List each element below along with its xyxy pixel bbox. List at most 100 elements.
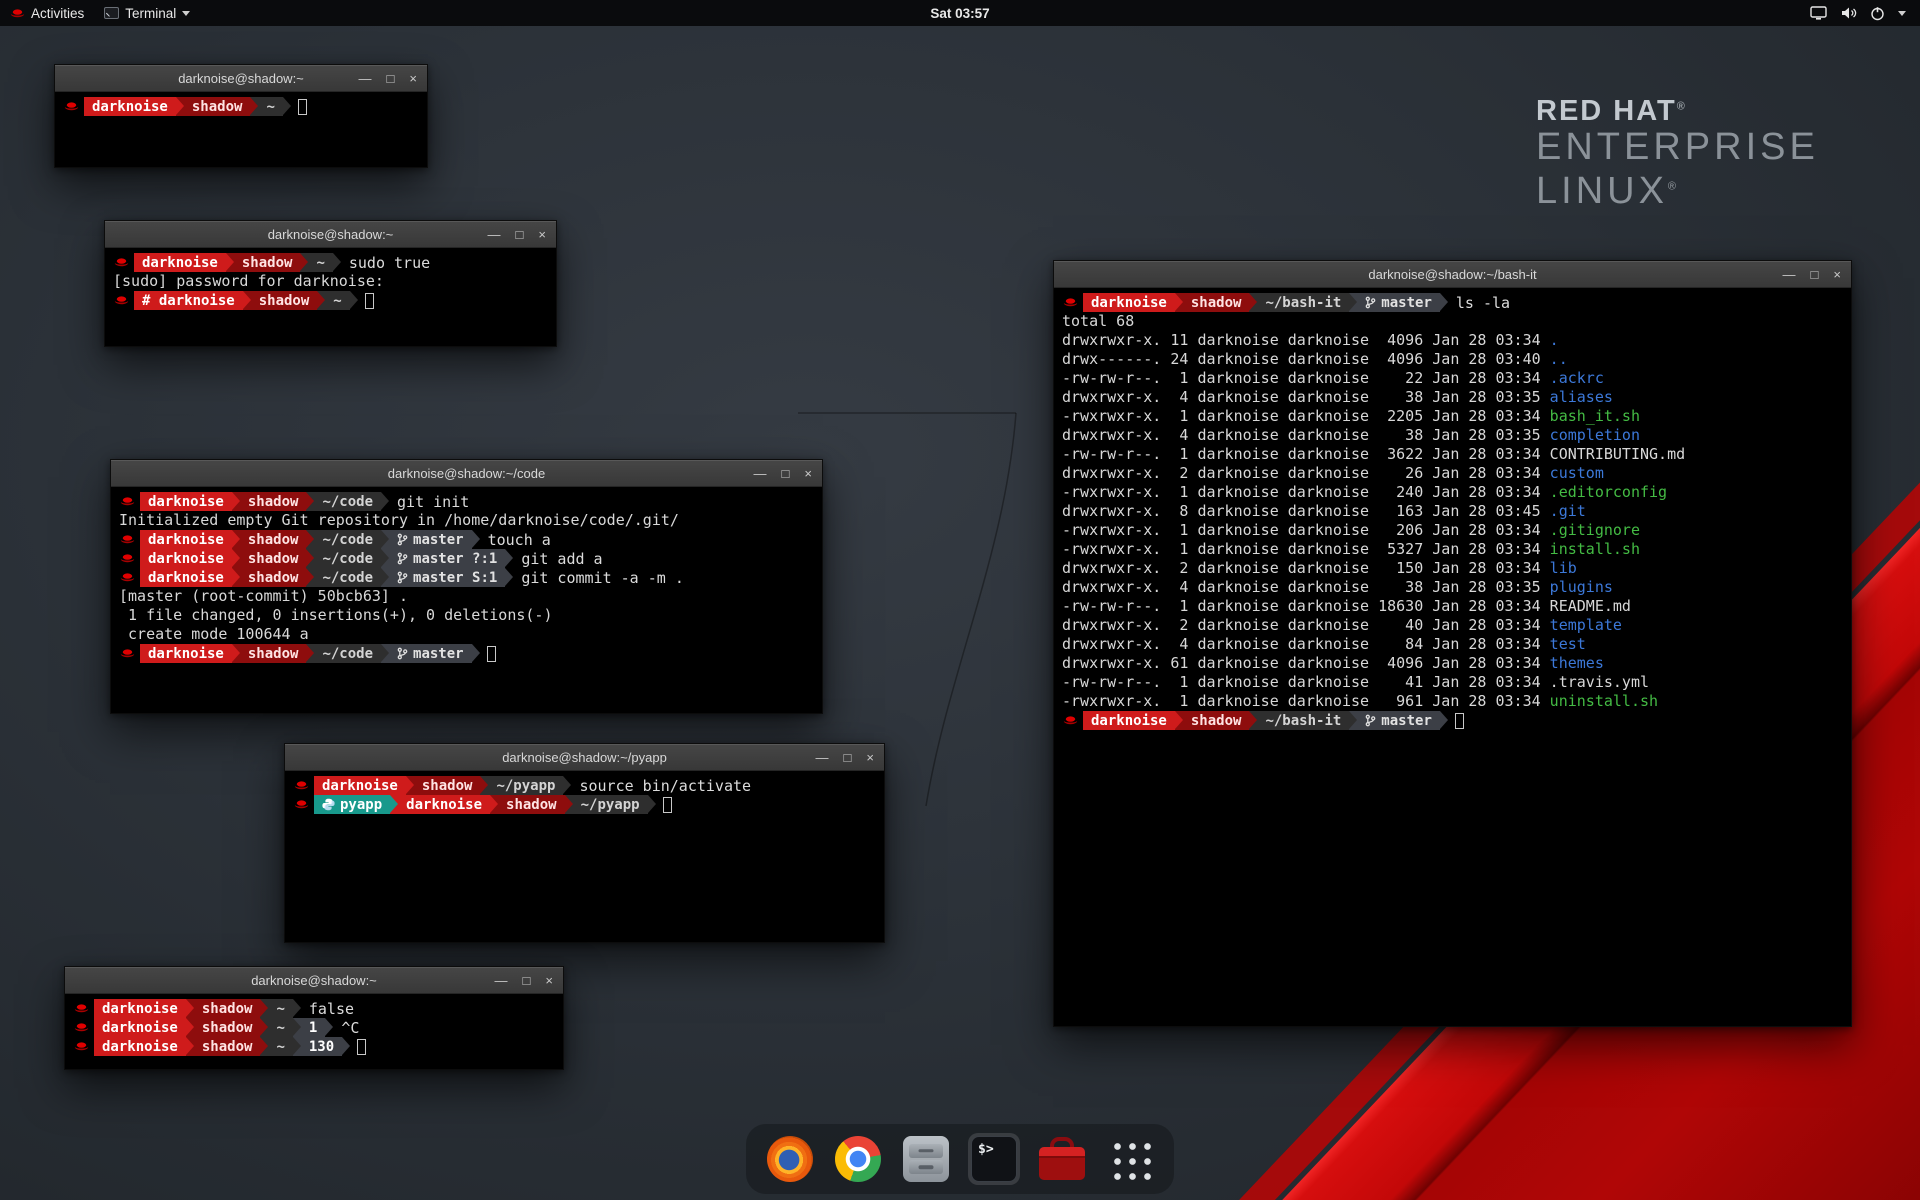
segment-label: shadow [1191, 295, 1242, 311]
prompt-segment-path: ~ [268, 1018, 292, 1037]
toolbox-icon [1039, 1136, 1085, 1182]
powerline-triangle [306, 549, 314, 567]
close-button[interactable]: × [545, 967, 553, 994]
segment-label: shadow [202, 1020, 253, 1036]
clock[interactable]: Sat 03:57 [930, 6, 989, 21]
powerline-separator [306, 644, 314, 663]
dock-item-toolbox[interactable] [1036, 1133, 1088, 1185]
dock-item-app-grid[interactable] [1104, 1133, 1156, 1185]
dock-item-chrome[interactable] [832, 1133, 884, 1185]
powerline-triangle [1249, 293, 1257, 311]
output-line: Initialized empty Git repository in /hom… [119, 511, 814, 530]
minimize-button[interactable]: — [359, 65, 372, 92]
powerline-triangle [306, 568, 314, 586]
app-grid-icon [1107, 1136, 1153, 1182]
minimize-button[interactable]: — [488, 221, 501, 248]
powerline-triangle [480, 776, 488, 794]
git-branch-icon [397, 571, 408, 584]
prompt-segment-host: shadow [240, 568, 307, 587]
prompt-segment-exit: 1 [301, 1018, 325, 1037]
caret-down-icon [1898, 11, 1906, 16]
maximize-button[interactable]: □ [844, 744, 852, 771]
minimize-button[interactable]: — [495, 967, 508, 994]
dock-item-terminal[interactable]: $> [968, 1133, 1020, 1185]
powerline-triangle [381, 568, 389, 586]
terminal-content[interactable]: darknoiseshadow~sudo true[sudo] password… [105, 248, 556, 346]
close-button[interactable]: × [866, 744, 874, 771]
powerline-separator [260, 1018, 268, 1037]
output-line: drwxrwxr-x. 61 darknoise darknoise 4096 … [1062, 654, 1843, 673]
window-titlebar[interactable]: darknoise@shadow:~ — □ × [105, 221, 556, 248]
dock-item-files[interactable] [900, 1133, 952, 1185]
close-button[interactable]: × [538, 221, 546, 248]
window-titlebar[interactable]: darknoise@shadow:~/code — □ × [111, 460, 822, 487]
terminal-window: darknoise@shadow:~ — □ × darknoiseshadow… [54, 64, 428, 168]
close-button[interactable]: × [1833, 261, 1841, 288]
maximize-button[interactable]: □ [516, 221, 524, 248]
terminal-content[interactable]: darknoiseshadow~/codegit initInitialized… [111, 487, 822, 713]
powerline-separator [350, 291, 358, 310]
segment-label: shadow [242, 255, 293, 271]
segment-label: master ?:1 [413, 551, 497, 567]
ls-filename: . [1550, 331, 1559, 349]
prompt-segment-user: darknoise [140, 492, 232, 511]
close-button[interactable]: × [409, 65, 417, 92]
segment-label: ~/pyapp [496, 778, 555, 794]
redhat-icon [120, 553, 135, 564]
output-line: -rwxrwxr-x. 1 darknoise darknoise 2205 J… [1062, 407, 1843, 426]
window-title: darknoise@shadow:~/bash-it [1054, 267, 1851, 282]
close-button[interactable]: × [804, 460, 812, 487]
maximize-button[interactable]: □ [782, 460, 790, 487]
powerline-triangle [260, 1018, 268, 1036]
ls-meta: drwxrwxr-x. 2 darknoise darknoise 26 Jan… [1062, 464, 1550, 482]
prompt-segment-path: ~/pyapp [573, 795, 648, 814]
powerline-separator [300, 253, 308, 272]
window-titlebar[interactable]: darknoise@shadow:~ — □ × [65, 967, 563, 994]
powerline-separator [306, 492, 314, 511]
terminal-content[interactable]: darknoiseshadow~ [55, 92, 427, 167]
git-branch-icon [397, 533, 408, 546]
terminal-cursor [663, 797, 672, 813]
minimize-button[interactable]: — [754, 460, 767, 487]
maximize-button[interactable]: □ [523, 967, 531, 994]
prompt-segment-exit: 130 [301, 1037, 342, 1056]
terminal-content[interactable]: darknoiseshadow~/bash-it masterls -latot… [1054, 288, 1851, 1026]
segment-label: darknoise [322, 778, 398, 794]
command-text: git add a [513, 550, 602, 568]
terminal-content[interactable]: darknoiseshadow~false darknoiseshadow~1^… [65, 994, 563, 1069]
redhat-icon [114, 295, 129, 306]
terminal-content[interactable]: darknoiseshadow~/pyappsource bin/activat… [285, 771, 884, 942]
maximize-button[interactable]: □ [387, 65, 395, 92]
command-text: sudo true [341, 254, 430, 272]
app-menu[interactable]: Terminal [104, 0, 190, 26]
window-titlebar[interactable]: darknoise@shadow:~/bash-it — □ × [1054, 261, 1851, 288]
powerline-triangle [390, 795, 398, 813]
powerline-separator [381, 492, 389, 511]
dock-item-firefox[interactable] [764, 1133, 816, 1185]
window-title: darknoise@shadow:~ [65, 973, 563, 988]
powerline-separator [342, 1037, 350, 1056]
powerline-separator [505, 549, 513, 568]
segment-label: 1 [309, 1020, 317, 1036]
ls-filename: custom [1550, 464, 1604, 482]
activities-button[interactable]: Activities [10, 0, 84, 26]
minimize-button[interactable]: — [816, 744, 829, 771]
segment-label: ~/code [322, 551, 373, 567]
prompt-segment-path: ~/code [314, 549, 381, 568]
system-status-area[interactable] [1810, 6, 1920, 21]
window-titlebar[interactable]: darknoise@shadow:~ — □ × [55, 65, 427, 92]
segment-label: shadow [259, 293, 310, 309]
minimize-button[interactable]: — [1783, 261, 1796, 288]
powerline-triangle [472, 530, 480, 548]
powerline-separator [480, 776, 488, 795]
ls-meta: drwxrwxr-x. 4 darknoise darknoise 84 Jan… [1062, 635, 1550, 653]
output-text: Initialized empty Git repository in /hom… [119, 511, 679, 529]
prompt-segment-host: shadow [184, 97, 251, 116]
prompt-line: # darknoiseshadow~ [113, 291, 548, 310]
window-titlebar[interactable]: darknoise@shadow:~/pyapp — □ × [285, 744, 884, 771]
output-line: -rw-rw-r--. 1 darknoise darknoise 22 Jan… [1062, 369, 1843, 388]
git-branch-icon [397, 647, 408, 660]
powerline-triangle [1249, 711, 1257, 729]
maximize-button[interactable]: □ [1811, 261, 1819, 288]
terminal-cursor [298, 99, 307, 115]
